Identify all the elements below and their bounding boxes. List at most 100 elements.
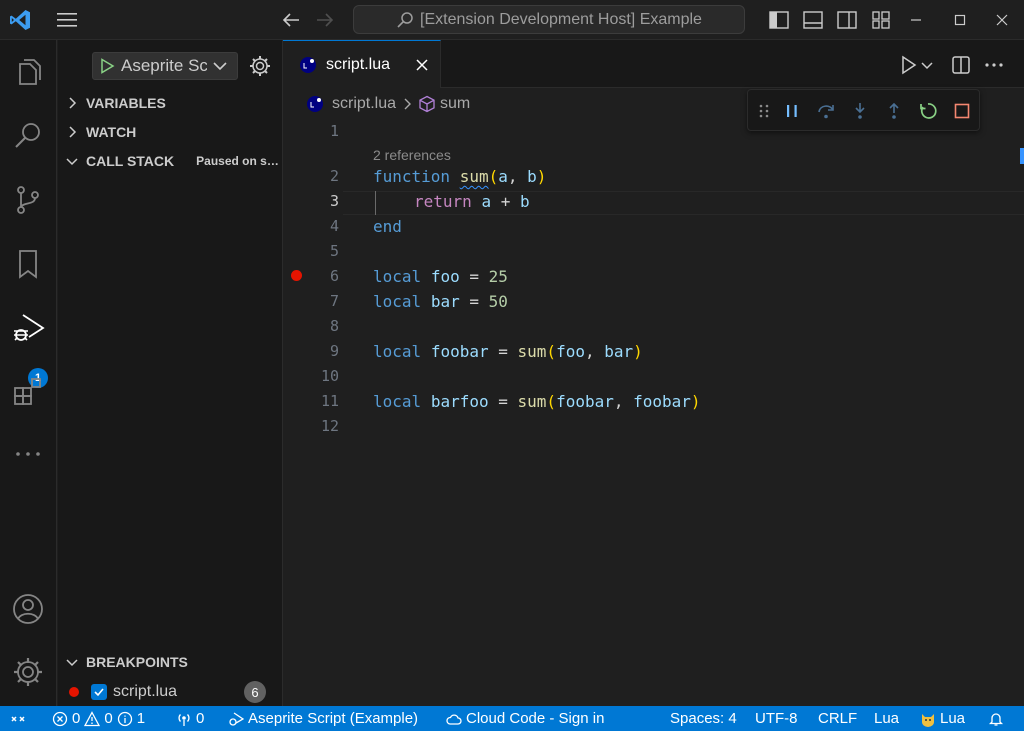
forward-arrow-icon[interactable] [314,9,336,31]
section-watch-title: WATCH [86,124,137,140]
start-debugging-button[interactable] [93,53,121,79]
section-call-stack[interactable]: CALL STACK Paused on step [58,148,283,174]
code-line: 5 [283,239,1024,264]
section-breakpoints[interactable]: BREAKPOINTS [58,649,283,675]
token: + [491,192,520,211]
run-file-play-icon[interactable] [897,54,919,76]
step-out-icon [889,102,899,119]
pause-button[interactable] [781,100,803,122]
remote-indicator[interactable] [0,706,36,731]
stop-button[interactable] [951,100,973,122]
encoding-status[interactable]: UTF-8 [755,706,798,731]
token: b [527,167,537,186]
pause-icon [787,105,797,117]
chevron-right-icon [69,126,77,138]
restart-button[interactable] [917,100,939,122]
code-line: 11 local barfoo = sum(foobar, foobar) [283,389,1024,414]
step-out-button[interactable] [883,100,905,122]
step-over-button[interactable] [815,100,837,122]
close-tab-icon[interactable] [413,56,431,74]
toggle-primary-sidebar-icon[interactable] [768,9,790,31]
activity-bookmarks[interactable] [10,246,46,282]
maximize-icon[interactable] [948,8,972,32]
activity-explorer[interactable] [10,56,46,92]
activity-manage[interactable] [10,654,46,690]
line-number: 1 [329,122,339,140]
drag-handle-icon[interactable] [758,100,770,122]
chevron-right-icon [69,97,77,109]
section-breakpoints-title: BREAKPOINTS [86,654,188,670]
token: 25 [488,267,508,286]
section-variables[interactable]: VARIABLES [58,90,283,116]
code-text: function sum(a, b) [373,164,546,189]
line-number: 5 [329,242,339,260]
token: bar [604,342,634,361]
account-icon [13,594,43,624]
debug-config-status[interactable]: Aseprite Script (Example) [228,706,418,731]
info-icon [117,711,132,726]
code-lens-references[interactable]: 2 references [373,144,451,166]
cloud-icon [446,713,462,725]
ports-status[interactable]: 0 [176,706,204,731]
breakpoint-item[interactable]: script.lua 6 [58,680,283,704]
activity-more[interactable] [10,436,46,472]
close-window-icon[interactable] [990,8,1014,32]
menu-icon[interactable] [56,10,78,30]
problems-status[interactable]: 0 0 1 [52,706,145,731]
language-mode-status[interactable]: Lua [874,706,899,731]
breadcrumb-file[interactable]: script.lua [332,95,396,113]
search-icon [15,123,40,148]
split-editor-icon[interactable] [950,54,972,76]
code-text: end [373,214,402,239]
eol-status[interactable]: CRLF [818,706,857,731]
token: function [373,167,451,186]
token: = [488,392,518,411]
back-arrow-icon[interactable] [280,9,302,31]
notifications-status[interactable] [988,706,1004,731]
info-count: 1 [136,710,146,727]
activity-accounts[interactable] [10,591,46,627]
command-center-search[interactable]: [Extension Development Host] Example [353,5,745,34]
token: ) [536,167,547,186]
lua-server-status[interactable]: Lua [920,706,965,731]
breakpoint-count-badge: 6 [244,681,266,703]
language-text: Lua [874,710,900,727]
token: barfoo [430,392,489,411]
minimize-icon[interactable] [904,8,928,32]
encoding-text: UTF-8 [755,710,798,727]
cloud-code-status[interactable]: Cloud Code - Sign in [446,706,604,731]
indentation-status[interactable]: Spaces: 4 [670,706,737,731]
tab-script-lua[interactable]: script.lua [283,40,441,88]
more-actions-icon[interactable] [983,54,1005,76]
debug-config-select[interactable]: Aseprite Script (Example) [92,52,238,80]
code-line: 9 local foobar = sum(foo, bar) [283,339,1024,364]
lua-file-icon [307,96,323,112]
section-watch[interactable]: WATCH [58,119,283,145]
activity-run-debug[interactable] [10,310,46,346]
run-options-chevron-icon[interactable] [919,54,935,76]
token: , [613,392,634,411]
cloud-code-text: Cloud Code - Sign in [466,710,605,727]
open-launch-json-gear-icon[interactable] [248,54,272,78]
extensions-icon [14,378,41,405]
step-into-button[interactable] [849,100,871,122]
line-number: 10 [320,367,339,385]
debug-toolbar [747,89,980,131]
play-icon [101,58,115,74]
activity-extensions[interactable] [10,374,46,410]
lua-file-icon [300,56,316,73]
breadcrumb-symbol[interactable]: sum [440,95,470,113]
section-call-stack-title: CALL STACK [86,153,175,169]
customize-layout-icon[interactable] [870,9,892,31]
breakpoint-checkbox[interactable] [91,684,107,700]
toggle-panel-icon[interactable] [802,9,824,31]
code-editor[interactable]: 1 2 references 2 function sum(a, b) 3 re… [283,119,1024,706]
source-control-icon [17,186,39,214]
activity-search[interactable] [10,118,46,154]
call-stack-status: Paused on step [196,154,283,168]
toggle-secondary-sidebar-icon[interactable] [836,9,858,31]
line-number: 6 [329,267,339,285]
token: ) [633,342,643,361]
line-number: 3 [329,192,339,210]
activity-source-control[interactable] [10,182,46,218]
